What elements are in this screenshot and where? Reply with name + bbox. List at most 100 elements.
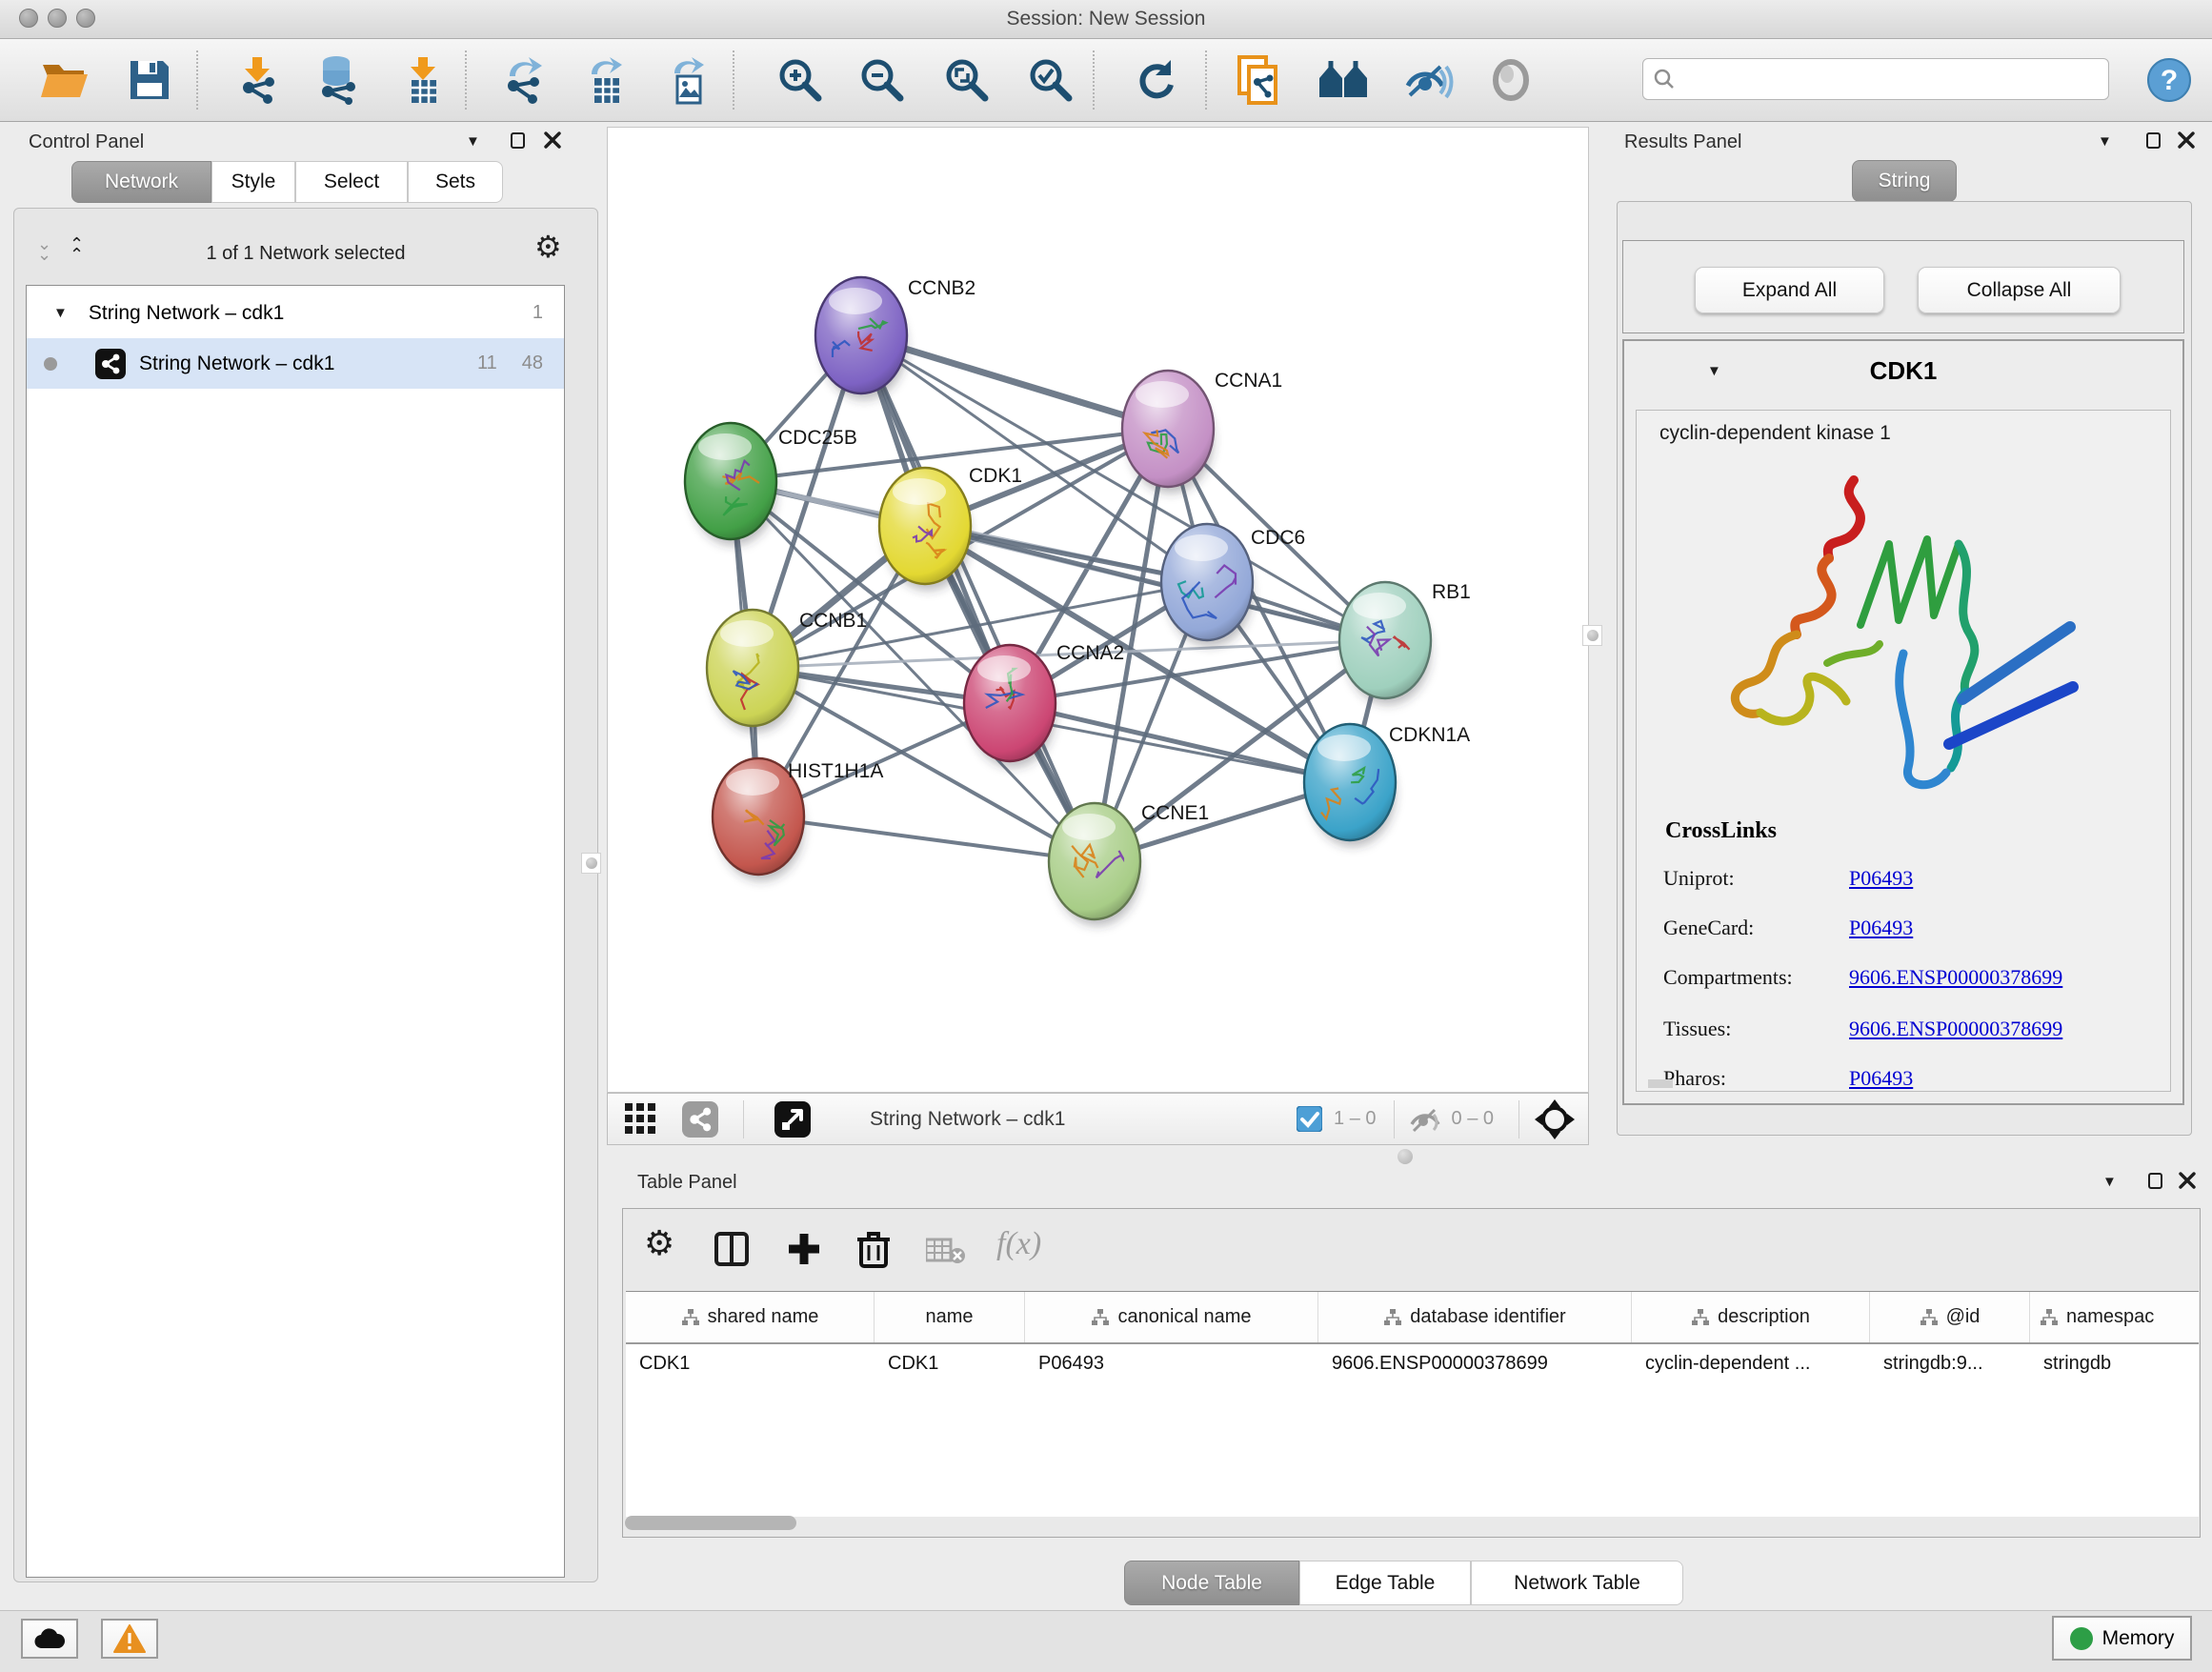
tab-sets[interactable]: Sets — [408, 161, 503, 203]
import-network-database-button[interactable] — [311, 52, 366, 108]
network-view-icon[interactable] — [682, 1101, 718, 1138]
tree-expand-icon[interactable]: ▼ — [53, 306, 68, 320]
column-header-canonical-name[interactable]: canonical name — [1025, 1292, 1318, 1342]
tab-select[interactable]: Select — [295, 161, 408, 203]
network-edges — [731, 335, 1385, 861]
export-image-button[interactable] — [661, 52, 716, 108]
network-edge[interactable] — [1010, 703, 1350, 782]
uniprot-link[interactable]: P06493 — [1849, 866, 1913, 891]
network-node-cdkn1a[interactable] — [1304, 724, 1396, 847]
compartments-link[interactable]: 9606.ENSP00000378699 — [1849, 965, 2062, 990]
cloud-button[interactable] — [21, 1619, 78, 1659]
show-all-button[interactable] — [1483, 52, 1538, 108]
right-splitter-handle[interactable] — [1582, 625, 1602, 646]
crosslinks-title: CrossLinks — [1665, 818, 1777, 844]
open-session-button[interactable] — [37, 52, 92, 108]
memory-button[interactable]: Memory — [2052, 1616, 2192, 1661]
delete-column-trash-icon[interactable] — [857, 1230, 890, 1268]
column-header-description[interactable]: description — [1632, 1292, 1870, 1342]
import-table-button[interactable] — [395, 52, 451, 108]
table-horizontal-scrollbar[interactable] — [625, 1516, 796, 1530]
toolbar-separator — [1093, 50, 1095, 110]
results-panel-collapse-icon[interactable]: ▼ — [2098, 134, 2112, 149]
tab-edge-table[interactable]: Edge Table — [1299, 1561, 1471, 1605]
network-node-count: 11 — [477, 353, 497, 374]
table-panel-collapse-icon[interactable]: ▼ — [2102, 1175, 2117, 1189]
card-scrollbar-thumb[interactable] — [1648, 1079, 1673, 1088]
table-row[interactable]: CDK1 CDK1 P06493 9606.ENSP00000378699 cy… — [626, 1344, 2199, 1386]
search-input[interactable] — [1676, 68, 2108, 91]
hide-selected-button[interactable] — [1400, 52, 1456, 108]
import-network-file-button[interactable] — [231, 52, 286, 108]
add-column-icon[interactable] — [787, 1232, 821, 1266]
control-panel-collapse-icon[interactable]: ▼ — [466, 134, 480, 149]
open-folder-icon — [40, 59, 90, 101]
column-header-namespace[interactable]: namespac — [2030, 1292, 2199, 1342]
table-options-gear-icon[interactable]: ⚙ — [644, 1226, 674, 1260]
column-header-shared-name[interactable]: shared name — [626, 1292, 875, 1342]
show-columns-icon[interactable] — [714, 1232, 749, 1266]
results-panel-float-icon[interactable] — [2146, 132, 2161, 149]
export-network-button[interactable] — [497, 52, 553, 108]
zoom-out-button[interactable] — [855, 52, 910, 108]
network-view-toolbar: String Network – cdk1 1 – 0 0 – 0 — [607, 1093, 1589, 1145]
gray-eye-icon — [1488, 57, 1534, 103]
column-header-name[interactable]: name — [875, 1292, 1025, 1342]
network-node-ccnb2[interactable] — [815, 277, 907, 400]
collapse-all-button[interactable]: Collapse All — [1918, 267, 2121, 313]
warning-button[interactable] — [101, 1619, 158, 1659]
network-edge[interactable] — [861, 335, 1168, 429]
tab-style[interactable]: Style — [211, 161, 295, 203]
protein-description: cyclin-dependent kinase 1 — [1659, 422, 1891, 445]
network-edge[interactable] — [758, 816, 1095, 861]
tab-string[interactable]: String — [1852, 160, 1957, 202]
network-node-ccna1[interactable] — [1122, 371, 1214, 494]
control-panel-float-icon[interactable] — [511, 132, 525, 149]
network-edge[interactable] — [861, 335, 1095, 861]
fit-content-crosshair-icon[interactable] — [1535, 1099, 1575, 1139]
export-network-icon — [500, 55, 550, 105]
network-node-cdc6[interactable] — [1161, 524, 1253, 647]
network-options-gear-icon[interactable]: ⚙ — [534, 232, 562, 262]
clone-network-button[interactable] — [1232, 52, 1287, 108]
network-node-ccna2[interactable] — [964, 645, 1056, 768]
column-header-database-identifier[interactable]: database identifier — [1318, 1292, 1632, 1342]
tab-network[interactable]: Network — [71, 161, 211, 203]
birds-eye-view-icon[interactable] — [774, 1101, 811, 1138]
table-panel-float-icon[interactable] — [2148, 1173, 2162, 1189]
network-node-rb1[interactable] — [1339, 582, 1431, 705]
column-header-id[interactable]: @id — [1870, 1292, 2030, 1342]
network-node-ccnb1[interactable] — [707, 610, 798, 733]
first-neighbors-button[interactable] — [1317, 52, 1372, 108]
expand-all-button[interactable]: Expand All — [1695, 267, 1884, 313]
tissues-link[interactable]: 9606.ENSP00000378699 — [1849, 1017, 2062, 1041]
network-node-ccne1[interactable] — [1049, 803, 1140, 926]
tab-node-table[interactable]: Node Table — [1124, 1561, 1299, 1605]
save-session-button[interactable] — [122, 52, 177, 108]
network-collection-row[interactable]: ▼ String Network – cdk1 1 — [27, 288, 564, 338]
network-node-cdc25b[interactable] — [685, 423, 776, 546]
control-panel-close-icon[interactable] — [544, 131, 561, 149]
selected-checkbox-icon[interactable] — [1297, 1106, 1322, 1132]
refresh-button[interactable] — [1129, 52, 1184, 108]
network-row-selected[interactable]: String Network – cdk1 11 48 — [27, 338, 564, 389]
genecard-link[interactable]: P06493 — [1849, 916, 1913, 940]
memory-status-dot — [2070, 1627, 2093, 1650]
zoom-selected-button[interactable] — [1023, 52, 1078, 108]
network-node-cdk1[interactable] — [879, 468, 971, 591]
network-view-title: String Network – cdk1 — [870, 1108, 1065, 1131]
help-button[interactable]: ? — [2142, 52, 2197, 108]
zoom-fit-button[interactable] — [939, 52, 995, 108]
grid-view-icon[interactable] — [625, 1103, 657, 1136]
results-panel-title: Results Panel — [1624, 131, 1741, 153]
network-canvas[interactable]: CCNB2CCNA1CDC25BCDK1CDC6RB1CCNB1CCNA2CDK… — [607, 127, 1589, 1093]
export-table-button[interactable] — [579, 52, 634, 108]
tab-network-table[interactable]: Network Table — [1471, 1561, 1683, 1605]
results-panel-close-icon[interactable] — [2178, 131, 2195, 149]
zoom-in-button[interactable] — [773, 52, 828, 108]
pharos-link[interactable]: P06493 — [1849, 1066, 1913, 1091]
hidden-eye-icon — [1408, 1105, 1442, 1134]
control-panel-title: Control Panel — [29, 131, 144, 153]
left-splitter-handle[interactable] — [581, 853, 601, 874]
table-panel-close-icon[interactable] — [2179, 1172, 2196, 1189]
